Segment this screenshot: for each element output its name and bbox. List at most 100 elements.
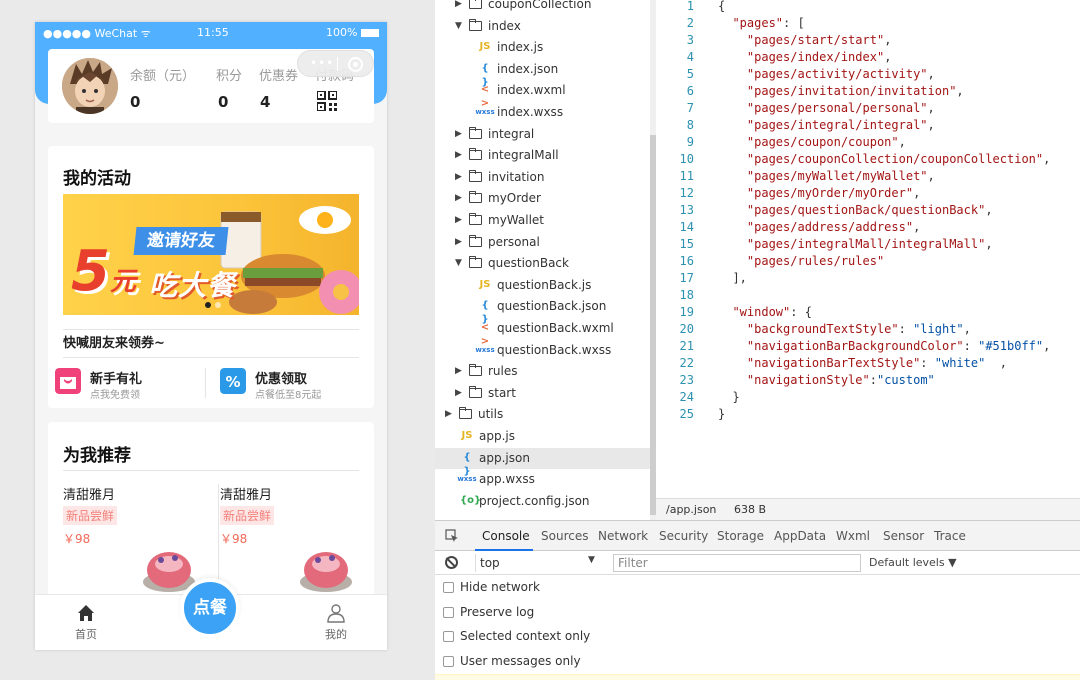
chevron-right-icon[interactable]: ▶	[455, 193, 462, 203]
tree-folder[interactable]: ▶ start	[435, 383, 650, 404]
points-value[interactable]: 0	[218, 93, 228, 111]
code-line[interactable]: ],	[718, 271, 746, 285]
code-line[interactable]: "pages/index/index",	[718, 50, 892, 64]
tab-storage[interactable]: Storage	[717, 529, 764, 543]
tree-file[interactable]: JS index.js	[435, 37, 650, 58]
tree-file[interactable]: < > index.wxml	[435, 80, 650, 109]
code-line[interactable]: "pages/myWallet/myWallet",	[718, 169, 935, 183]
checkbox[interactable]	[443, 655, 454, 667]
tab-home[interactable]: 首页	[51, 603, 121, 647]
code-line[interactable]: "pages/activity/activity",	[718, 67, 935, 81]
chevron-down-icon[interactable]: ▼	[455, 258, 462, 268]
tree-folder[interactable]: ▶ integralMall	[435, 145, 650, 166]
tree-folder[interactable]: ▼ questionBack	[435, 253, 650, 274]
chevron-down-icon[interactable]: ▼	[588, 555, 595, 565]
tree-folder[interactable]: ▶ rules	[435, 361, 650, 382]
qr-code-icon[interactable]	[317, 91, 337, 111]
chevron-right-icon[interactable]: ▶	[455, 150, 462, 160]
banner-dot-active[interactable]	[205, 302, 211, 308]
inspect-element-icon[interactable]	[445, 529, 459, 543]
tree-folder[interactable]: ▶ invitation	[435, 167, 650, 188]
close-miniprogram-icon[interactable]	[348, 57, 363, 72]
checkbox[interactable]	[443, 606, 454, 618]
code-line[interactable]: "pages/integral/integral",	[718, 118, 935, 132]
tree-file[interactable]: JS questionBack.js	[435, 275, 650, 296]
code-line[interactable]: "navigationStyle":"custom"	[718, 373, 935, 387]
code-line[interactable]: "pages/address/address",	[718, 220, 920, 234]
coupon-claim-item[interactable]: % 优惠领取 点餐低至8元起	[220, 366, 360, 401]
code-line[interactable]: }	[718, 390, 739, 404]
tree-file[interactable]: wxss app.wxss	[435, 469, 650, 490]
code-line[interactable]: "pages/rules/rules"	[718, 254, 884, 268]
chevron-right-icon[interactable]: ▶	[455, 366, 462, 376]
chevron-down-icon[interactable]: ▼	[455, 21, 462, 31]
log-levels-select[interactable]: Default levels ▼	[869, 556, 957, 569]
tree-folder[interactable]: ▶ myWallet	[435, 210, 650, 231]
checkbox[interactable]	[443, 631, 454, 642]
code-line[interactable]: }	[718, 407, 725, 421]
balance-value[interactable]: 0	[130, 93, 140, 111]
editor-status-bar: /app.json 638 B	[656, 498, 1080, 520]
clear-console-icon[interactable]	[445, 556, 458, 569]
code-line[interactable]: "pages": [	[718, 16, 804, 30]
code-line[interactable]: "navigationBarTextStyle": "white" ,	[718, 356, 1007, 370]
context-select[interactable]: top	[475, 554, 603, 572]
tab-security[interactable]: Security	[659, 529, 708, 543]
order-button[interactable]: 点餐	[180, 578, 240, 638]
tab-network[interactable]: Network	[598, 529, 648, 543]
tree-file[interactable]: wxss index.wxss	[435, 102, 650, 123]
code-line[interactable]: "pages/questionBack/questionBack",	[718, 203, 993, 217]
tree-file[interactable]: { } app.json	[435, 447, 650, 477]
code-line[interactable]: "navigationBarBackgroundColor": "#51b0ff…	[718, 339, 1050, 353]
tree-folder[interactable]: ▶ myOrder	[435, 188, 650, 209]
checkbox[interactable]	[443, 582, 454, 593]
tab-mine[interactable]: 我的	[301, 603, 371, 647]
tree-file[interactable]: {o} project.config.json	[435, 491, 650, 512]
tree-folder[interactable]: ▶ integral	[435, 124, 650, 145]
code-line[interactable]: "pages/myOrder/myOrder",	[718, 186, 920, 200]
console-filter-input[interactable]	[613, 554, 861, 572]
newcomer-gift-item[interactable]: 新手有礼 点我免费领	[55, 366, 195, 401]
chevron-right-icon[interactable]: ▶	[445, 409, 452, 419]
tree-folder[interactable]: ▶ personal	[435, 232, 650, 253]
tree-file[interactable]: JS app.js	[435, 426, 650, 447]
activity-banner[interactable]: 邀请好友 5元 吃大餐	[63, 194, 359, 315]
tab-appdata[interactable]: AppData	[774, 529, 826, 543]
tree-folder[interactable]: ▶ couponCollection	[435, 0, 650, 15]
avatar[interactable]	[62, 58, 118, 114]
chevron-right-icon[interactable]: ▶	[455, 215, 462, 225]
chevron-right-icon[interactable]: ▶	[455, 388, 462, 398]
chevron-right-icon[interactable]: ▶	[455, 172, 462, 182]
tab-sources[interactable]: Sources	[541, 529, 588, 543]
tab-wxml[interactable]: Wxml	[836, 529, 870, 543]
wxss-file-icon: wxss	[475, 345, 495, 354]
code-line[interactable]: "pages/invitation/invitation",	[718, 84, 964, 98]
code-line[interactable]: "pages/couponCollection/couponCollection…	[718, 152, 1050, 166]
tree-folder[interactable]: ▶ utils	[435, 404, 650, 425]
tree-file[interactable]: < > questionBack.wxml	[435, 318, 650, 347]
code-line[interactable]: "pages/coupon/coupon",	[718, 135, 906, 149]
code-line[interactable]: {	[718, 0, 725, 13]
tree-folder[interactable]: ▼ index	[435, 16, 650, 37]
code-editor[interactable]: 1 2 3 4 5 6 7 8 9 10 11 12 13 14 15 16 17 18 19 20 21 22 23 24 2…	[656, 0, 1080, 498]
code-line[interactable]: "window": {	[718, 305, 811, 319]
code-line[interactable]: "backgroundTextStyle": "light",	[718, 322, 971, 336]
tree-file[interactable]: { } index.json	[435, 59, 650, 88]
more-menu-icon[interactable]: •••	[310, 56, 334, 70]
tree-file[interactable]: wxss questionBack.wxss	[435, 340, 650, 361]
tab-console[interactable]: Console	[482, 529, 530, 543]
tab-trace[interactable]: Trace	[934, 529, 966, 543]
coupons-value[interactable]: 4	[260, 93, 270, 111]
tab-sensor[interactable]: Sensor	[883, 529, 924, 543]
banner-dot[interactable]	[215, 302, 221, 308]
chevron-right-icon[interactable]: ▶	[455, 0, 462, 9]
product-card[interactable]: 清甜雅月 新品尝鲜 ￥98	[63, 482, 203, 602]
code-line[interactable]: "pages/start/start",	[718, 33, 892, 47]
code-line[interactable]: "pages/personal/personal",	[718, 101, 935, 115]
file-tree: ▶ couponCollection ▼ index JS index.js { } inde…	[435, 0, 650, 520]
chevron-right-icon[interactable]: ▶	[455, 237, 462, 247]
tree-file[interactable]: { } questionBack.json	[435, 296, 650, 325]
code-line[interactable]: "pages/integralMall/integralMall",	[718, 237, 993, 251]
product-card[interactable]: 清甜雅月 新品尝鲜 ￥98	[220, 482, 360, 602]
chevron-right-icon[interactable]: ▶	[455, 129, 462, 139]
